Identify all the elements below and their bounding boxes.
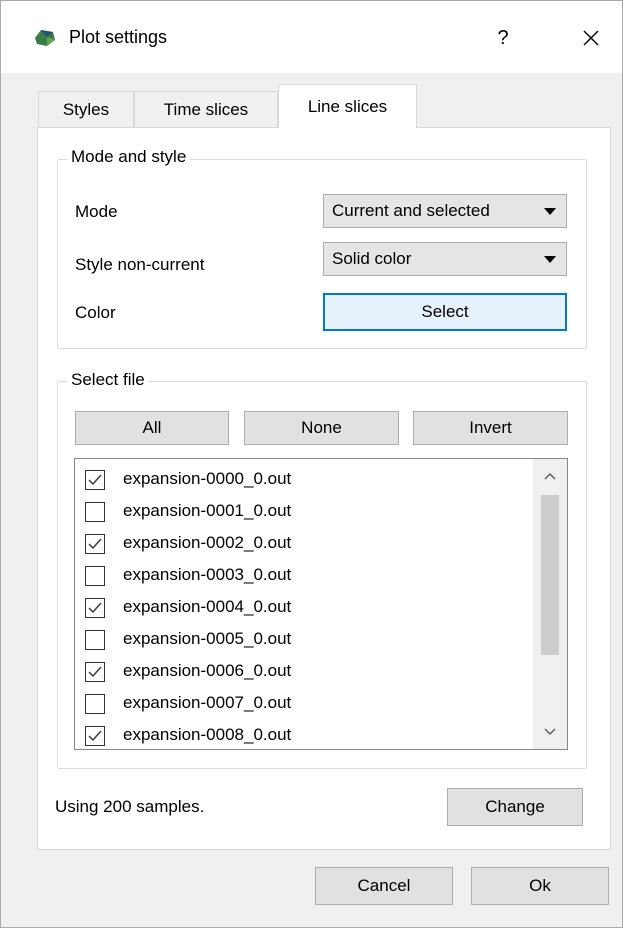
tab-styles[interactable]: Styles xyxy=(38,91,134,127)
title-bar: Plot settings ? xyxy=(1,1,622,73)
chevron-up-icon xyxy=(544,472,556,480)
list-item[interactable]: expansion-0004_0.out xyxy=(75,592,525,624)
file-checkbox[interactable] xyxy=(85,566,105,586)
file-checkbox[interactable] xyxy=(85,598,105,618)
color-label: Color xyxy=(75,303,116,322)
window-title: Plot settings xyxy=(69,27,168,47)
ok-button[interactable]: Ok xyxy=(471,867,609,905)
select-none-button[interactable]: None xyxy=(244,411,399,445)
close-button[interactable] xyxy=(567,15,615,61)
checkmark-icon xyxy=(88,666,102,678)
file-checkbox[interactable] xyxy=(85,694,105,714)
file-name: expansion-0002_0.out xyxy=(123,533,292,552)
list-item[interactable]: expansion-0001_0.out xyxy=(75,496,525,528)
style-non-current-label: Style non-current xyxy=(75,255,205,274)
file-list[interactable]: expansion-0000_0.out expansion-0001_0.ou… xyxy=(74,458,568,750)
file-checkbox[interactable] xyxy=(85,726,105,746)
help-button[interactable]: ? xyxy=(479,15,527,61)
checkmark-icon xyxy=(88,602,102,614)
select-all-button[interactable]: All xyxy=(75,411,229,445)
list-item[interactable]: expansion-0007_0.out xyxy=(75,688,525,720)
file-checkbox[interactable] xyxy=(85,470,105,490)
change-samples-button[interactable]: Change xyxy=(447,788,583,826)
chevron-down-icon xyxy=(544,728,556,736)
cancel-button[interactable]: Cancel xyxy=(315,867,453,905)
file-name: expansion-0007_0.out xyxy=(123,693,292,712)
checkmark-icon xyxy=(88,538,102,550)
mode-value: Current and selected xyxy=(332,201,490,220)
style-non-current-combobox[interactable]: Solid color xyxy=(323,242,567,276)
scroll-down-button[interactable] xyxy=(533,715,567,749)
file-name: expansion-0003_0.out xyxy=(123,565,292,584)
list-item[interactable]: expansion-0002_0.out xyxy=(75,528,525,560)
file-name: expansion-0004_0.out xyxy=(123,597,292,616)
file-checkbox[interactable] xyxy=(85,662,105,682)
close-icon xyxy=(583,30,599,46)
list-item[interactable]: expansion-0006_0.out xyxy=(75,656,525,688)
samples-text: Using 200 samples. xyxy=(55,797,205,816)
file-name: expansion-0001_0.out xyxy=(123,501,292,520)
file-name: expansion-0006_0.out xyxy=(123,661,292,680)
invert-selection-button[interactable]: Invert xyxy=(413,411,568,445)
select-file-title: Select file xyxy=(67,370,149,390)
file-list-scrollbar[interactable] xyxy=(533,459,567,749)
tab-time-slices[interactable]: Time slices xyxy=(134,91,278,127)
file-name: expansion-0000_0.out xyxy=(123,469,292,488)
list-item[interactable]: expansion-0005_0.out xyxy=(75,624,525,656)
list-item[interactable]: expansion-0000_0.out xyxy=(75,464,525,496)
scroll-up-button[interactable] xyxy=(533,459,567,493)
select-color-button[interactable]: Select xyxy=(323,293,567,331)
dropdown-arrow-icon xyxy=(544,208,556,215)
dropdown-arrow-icon xyxy=(544,256,556,263)
file-name: expansion-0005_0.out xyxy=(123,629,292,648)
mode-label: Mode xyxy=(75,202,118,221)
checkmark-icon xyxy=(88,474,102,486)
plot-app-icon xyxy=(35,30,55,46)
mode-combobox[interactable]: Current and selected xyxy=(323,194,567,228)
style-non-current-value: Solid color xyxy=(332,249,412,268)
file-checkbox[interactable] xyxy=(85,502,105,522)
list-item[interactable]: expansion-0003_0.out xyxy=(75,560,525,592)
tab-line-slices[interactable]: Line slices xyxy=(278,84,417,128)
checkmark-icon xyxy=(88,730,102,742)
scroll-thumb[interactable] xyxy=(541,495,559,655)
mode-and-style-title: Mode and style xyxy=(67,147,191,167)
plot-settings-dialog: Plot settings ? Styles Time slices Line … xyxy=(0,0,623,928)
file-checkbox[interactable] xyxy=(85,534,105,554)
file-name: expansion-0008_0.out xyxy=(123,725,292,744)
file-checkbox[interactable] xyxy=(85,630,105,650)
list-item[interactable]: expansion-0008_0.out xyxy=(75,720,525,749)
